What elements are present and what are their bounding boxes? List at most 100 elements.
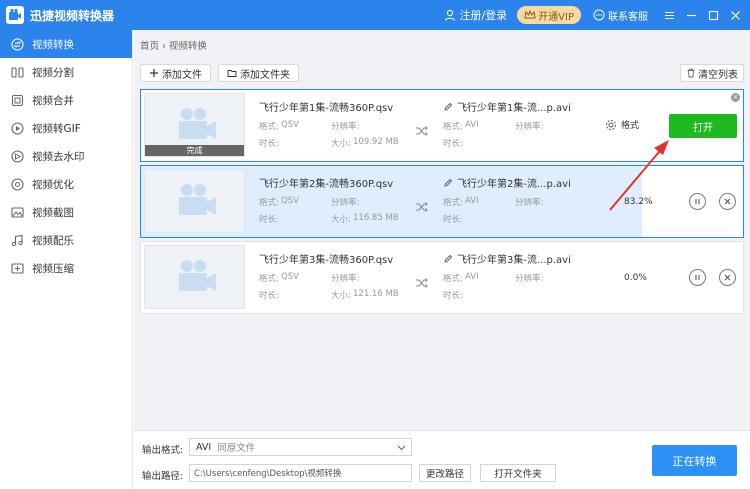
output-path-label: 输出路径: xyxy=(142,471,184,482)
size-label: 大小: xyxy=(331,291,351,301)
output-filename-text: 飞行少年第2集-流...p.avi xyxy=(457,179,571,190)
sidebar-item-label: 视频合并 xyxy=(32,94,74,107)
output-filename[interactable]: 飞行少年第1集-流...p.avi xyxy=(443,99,571,114)
cancel-button[interactable] xyxy=(719,193,736,210)
gear-icon xyxy=(606,119,616,130)
sidebar-item-gif[interactable]: 视频转GIF xyxy=(0,114,132,142)
sidebar-item-convert[interactable]: 视频转换 xyxy=(0,30,132,58)
add-file-label: 添加文件 xyxy=(162,69,202,81)
sidebar-item-label: 视频分割 xyxy=(32,66,74,79)
close-icon xyxy=(724,198,731,205)
pause-button[interactable] xyxy=(689,193,706,210)
source-format: QSV xyxy=(281,120,299,130)
sidebar-item-label: 视频去水印 xyxy=(32,150,85,163)
clear-list-label: 清空列表 xyxy=(698,69,738,81)
sidebar-item-screenshot[interactable]: 视频截图 xyxy=(0,198,132,226)
open-folder-button[interactable]: 打开文件夹 xyxy=(480,464,556,482)
file-row-1[interactable]: 完成 飞行少年第1集-流畅360P.qsv 格式: QSV 分辨率: 时长: 大… xyxy=(140,89,744,162)
format-settings-button[interactable]: 格式 xyxy=(605,118,639,131)
change-path-button[interactable]: 更改路径 xyxy=(419,464,471,482)
app-logo-icon xyxy=(6,6,24,24)
pencil-icon xyxy=(444,178,453,187)
file-size: 109.92 MB xyxy=(353,137,399,147)
sidebar-item-label: 视频截图 xyxy=(32,206,74,219)
source-filename: 飞行少年第2集-流畅360P.qsv xyxy=(259,179,394,190)
source-format: QSV xyxy=(281,272,299,282)
convert-button[interactable]: 正在转换 xyxy=(652,445,737,476)
convert-icon xyxy=(10,37,24,51)
format-label: 格式: xyxy=(443,274,463,284)
add-file-button[interactable]: 添加文件 xyxy=(140,64,211,82)
footer-panel: 输出格式: AVI 同原文件 输出路径: C:\Users\cenfeng\De… xyxy=(134,430,750,489)
watermark-icon xyxy=(10,149,24,163)
resolution-label: 分辨率: xyxy=(331,274,360,284)
sidebar-item-optimize[interactable]: 视频优化 xyxy=(0,170,132,198)
open-button[interactable]: 打开 xyxy=(669,114,737,138)
screenshot-icon xyxy=(10,205,24,219)
source-filename: 飞行少年第3集-流畅360P.qsv xyxy=(259,255,394,266)
folder-icon xyxy=(227,70,237,77)
cancel-button[interactable] xyxy=(719,269,736,286)
close-icon xyxy=(730,10,740,20)
clear-list-button[interactable]: 清空列表 xyxy=(680,64,744,82)
menu-icon xyxy=(664,11,674,19)
format-label: 格式: xyxy=(259,122,279,132)
vip-label: 开通VIP xyxy=(538,11,574,23)
toolbar: 添加文件 添加文件夹 xyxy=(140,64,306,82)
output-format: AVI xyxy=(465,272,479,282)
sidebar-item-compress[interactable]: 视频压缩 xyxy=(0,254,132,282)
sidebar-item-split[interactable]: 视频分割 xyxy=(0,58,132,86)
close-button[interactable] xyxy=(726,6,744,24)
format-label: 格式: xyxy=(259,274,279,284)
breadcrumb-home[interactable]: 首页 xyxy=(140,41,159,52)
service-link[interactable]: 联系客服 xyxy=(593,8,648,23)
output-format-select[interactable]: AVI 同原文件 xyxy=(189,438,412,456)
close-icon xyxy=(724,274,731,281)
maximize-icon xyxy=(708,10,718,20)
convert-arrow-icon xyxy=(416,202,428,212)
pencil-icon xyxy=(444,254,453,263)
merge-icon xyxy=(10,93,24,107)
file-row-2[interactable]: 飞行少年第2集-流畅360P.qsv 格式: QSV 分辨率: 时长: 大小: … xyxy=(140,165,744,238)
file-row-3[interactable]: 飞行少年第3集-流畅360P.qsv 格式: QSV 分辨率: 时长: 大小: … xyxy=(140,241,744,314)
sidebar-item-label: 视频转换 xyxy=(32,38,74,51)
main-panel: 首页 › 视频转换 添加文件 添加文件夹 清空列表 完成 飞行少年第1集-流畅3… xyxy=(134,30,750,489)
output-filename-text: 飞行少年第1集-流...p.avi xyxy=(457,103,571,114)
video-camera-icon xyxy=(178,108,216,139)
convert-arrow-icon xyxy=(416,278,428,288)
user-icon xyxy=(445,9,456,21)
gif-icon xyxy=(10,121,24,135)
minimize-button[interactable] xyxy=(682,6,700,24)
breadcrumb: 首页 › 视频转换 xyxy=(140,38,207,52)
vip-button[interactable]: 开通VIP xyxy=(517,6,581,24)
sidebar-item-music[interactable]: 视频配乐 xyxy=(0,226,132,254)
menu-button[interactable] xyxy=(660,6,678,24)
file-size: 121.16 MB xyxy=(353,289,399,299)
duration-label: 时长: xyxy=(443,291,463,301)
remove-file-icon[interactable]: × xyxy=(731,93,740,102)
output-path-field[interactable]: C:\Users\cenfeng\Desktop\视频转换 xyxy=(189,464,412,482)
resolution-label: 分辨率: xyxy=(515,122,544,132)
duration-label: 时长: xyxy=(443,215,463,225)
pencil-icon xyxy=(444,102,453,111)
pause-icon xyxy=(695,275,700,280)
sidebar-item-label: 视频转GIF xyxy=(32,122,81,135)
output-filename[interactable]: 飞行少年第3集-流...p.avi xyxy=(443,251,571,266)
progress-percent: 83.2% xyxy=(624,197,653,207)
pause-button[interactable] xyxy=(689,269,706,286)
service-label: 联系客服 xyxy=(608,11,648,23)
size-label: 大小: xyxy=(331,139,351,149)
login-link[interactable]: 注册/登录 xyxy=(444,7,507,23)
output-filename[interactable]: 飞行少年第2集-流...p.avi xyxy=(443,175,571,190)
duration-label: 时长: xyxy=(259,215,279,225)
add-folder-button[interactable]: 添加文件夹 xyxy=(218,64,299,82)
maximize-button[interactable] xyxy=(704,6,722,24)
format-label: 格式: xyxy=(443,198,463,208)
sidebar-item-watermark[interactable]: 视频去水印 xyxy=(0,142,132,170)
video-camera-icon xyxy=(178,260,216,291)
add-folder-label: 添加文件夹 xyxy=(240,69,290,81)
output-format-sub: 同原文件 xyxy=(217,443,256,454)
sidebar-item-merge[interactable]: 视频合并 xyxy=(0,86,132,114)
sidebar-item-label: 视频压缩 xyxy=(32,262,74,275)
duration-label: 时长: xyxy=(443,139,463,149)
